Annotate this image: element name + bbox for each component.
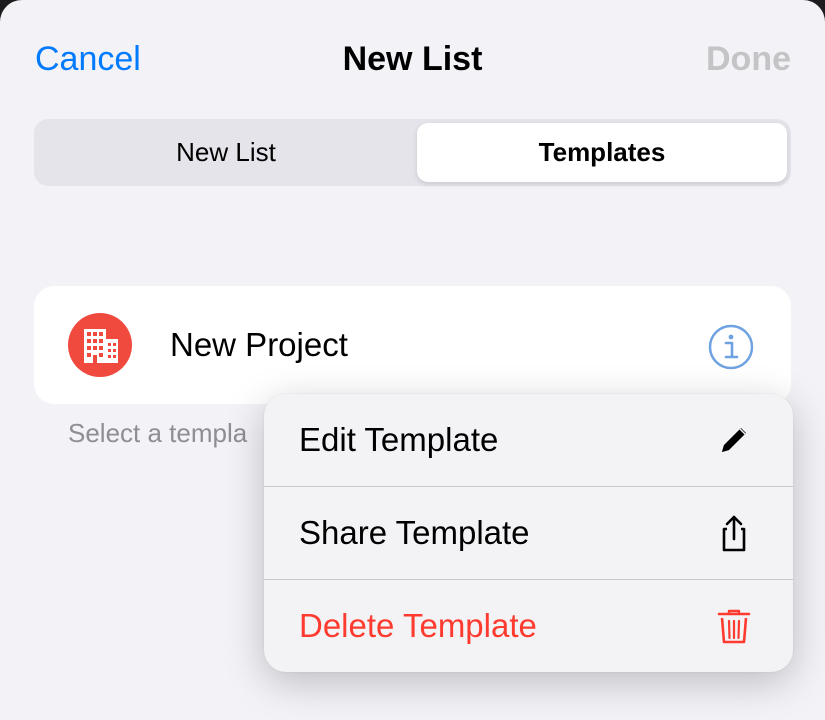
segment-templates[interactable]: Templates [417, 123, 787, 182]
delete-template-menu-item[interactable]: Delete Template [264, 580, 793, 672]
done-button[interactable]: Done [706, 40, 791, 79]
page-title: New List [342, 40, 483, 78]
segment-new-list[interactable]: New List [38, 123, 414, 182]
menu-item-label: Delete Template [299, 607, 537, 644]
templates-footer-note: Select a templa [68, 418, 248, 448]
segmented-control: New List Templates [34, 119, 791, 186]
share-template-menu-item[interactable]: Share Template [264, 487, 793, 579]
pencil-icon [714, 420, 754, 460]
template-row-new-project[interactable]: New Project [34, 286, 791, 404]
building-icon [68, 313, 132, 377]
menu-item-label: Edit Template [299, 421, 499, 458]
navigation-bar: Cancel New List Done [0, 0, 825, 120]
menu-item-label: Share Template [299, 514, 530, 551]
context-menu: Edit Template Share Template Delete Temp… [264, 394, 793, 672]
share-icon [714, 513, 754, 553]
template-name: New Project [170, 326, 348, 363]
edit-template-menu-item[interactable]: Edit Template [264, 394, 793, 486]
info-icon[interactable] [708, 324, 754, 370]
trash-icon [714, 606, 754, 646]
new-list-sheet: Cancel New List Done New List Templates [0, 0, 825, 720]
